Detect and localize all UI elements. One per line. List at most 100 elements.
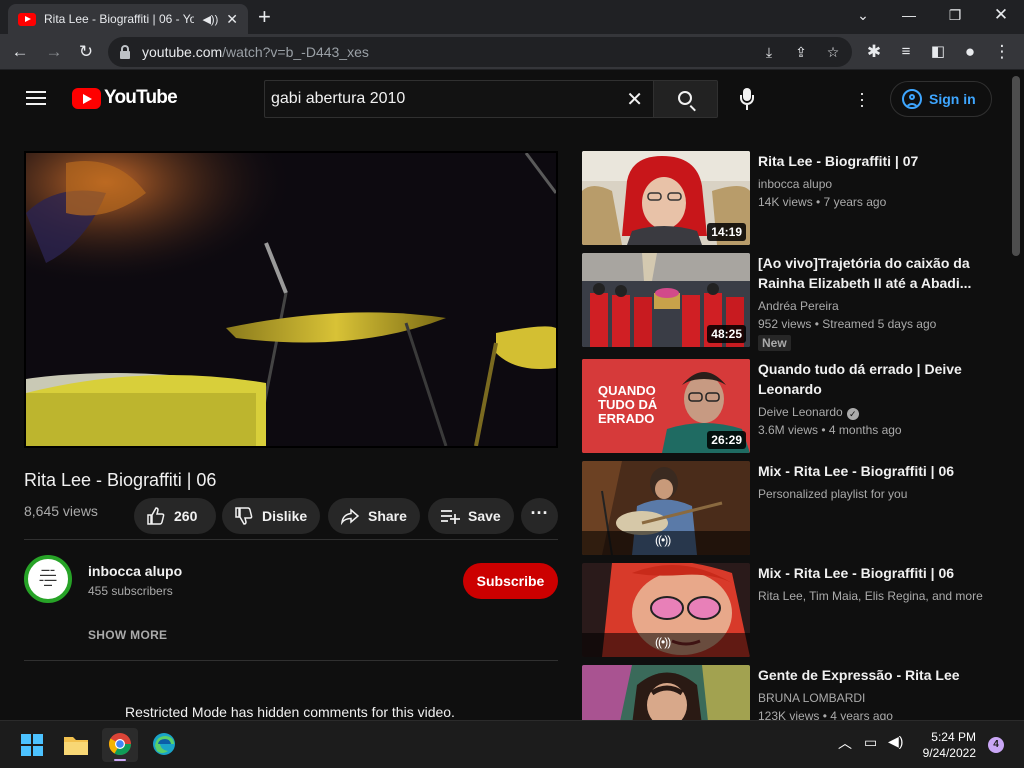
svg-text:QUANDO: QUANDO [598,383,656,398]
video-thumbnail[interactable]: 48:25 [582,253,750,347]
subscribe-button[interactable]: Subscribe [463,563,558,599]
save-button[interactable]: Save [428,498,514,534]
browser-tab-bar: Rita Lee - Biograffiti | 06 - YouTube ◀)… [0,0,1024,34]
recommendation-channel[interactable]: inbocca alupo [758,175,988,193]
svg-text:ERRADO: ERRADO [598,411,654,426]
media-controls-icon[interactable]: ≡ [894,40,918,64]
recommendation-title[interactable]: Rita Lee - Biograffiti | 07 [758,151,988,171]
notification-count-badge[interactable]: 4 [988,737,1004,753]
thumbs-down-icon [235,507,253,525]
close-window-button[interactable]: ✕ [978,4,1024,26]
mix-thumbnail[interactable]: ((•)) [582,461,750,555]
windows-start-button[interactable] [14,728,50,762]
tray-overflow-chevron-icon[interactable]: ︿ [838,733,852,753]
recommendation-item[interactable]: 14:19 Rita Lee - Biograffiti | 07 inbocc… [582,151,992,245]
recommendation-meta: 3.6M views • 4 months ago [758,423,902,437]
chrome-taskbar-button[interactable] [102,728,138,762]
mix-thumbnail[interactable]: ((•)) [582,563,750,657]
restore-button[interactable]: ❐ [932,4,978,26]
extensions-puzzle-icon[interactable]: ✱ [862,40,886,64]
divider [24,539,558,540]
profile-avatar-icon[interactable]: ● [958,40,982,64]
show-more-button[interactable]: SHOW MORE [88,628,167,642]
recommendation-item[interactable]: ((•)) Mix - Rita Lee - Biograffiti | 06 … [582,563,992,657]
recommendation-title[interactable]: Mix - Rita Lee - Biograffiti | 06 [758,461,988,481]
dislike-label: Dislike [262,508,308,524]
hamburger-menu-icon[interactable] [26,91,46,105]
windows-logo-icon [21,734,43,756]
edge-taskbar-button[interactable] [146,728,182,762]
restricted-comments-notice: Restricted Mode has hidden comments for … [125,704,455,720]
file-explorer-button[interactable] [58,728,94,762]
page-scrollbar[interactable] [1012,76,1020,256]
edge-icon [153,733,175,755]
clock[interactable]: 5:24 PM 9/24/2022 [920,729,976,761]
minimize-button[interactable]: — [886,4,932,26]
video-player[interactable] [24,151,558,448]
voice-search-mic-icon[interactable] [738,88,756,110]
address-bar[interactable]: youtube.com/watch?v=b_-D443_xes ⤓ ⇪ ☆ [108,37,852,67]
browser-tab[interactable]: Rita Lee - Biograffiti | 06 - YouTube ◀)… [8,4,248,34]
youtube-logo[interactable]: YouTube [72,87,178,109]
recommendation-channel[interactable]: BRUNA LOMBARDI [758,689,988,707]
reload-icon[interactable]: ↻ [74,40,98,64]
bookmark-star-icon[interactable]: ☆ [822,41,844,63]
settings-kebab-icon[interactable]: · · · [854,84,870,114]
like-button[interactable]: 260 [134,498,216,534]
add-to-playlist-icon [441,510,460,524]
dislike-button[interactable]: Dislike [222,498,320,534]
forward-arrow-icon[interactable]: → [42,40,66,64]
video-thumbnail[interactable]: QUANDO TUDO DÁ ERRADO 26:29 [582,359,750,453]
audio-playing-icon[interactable]: ◀)) [202,13,218,26]
recommendation-item[interactable]: QUANDO TUDO DÁ ERRADO 26:29 Quando tudo … [582,359,992,453]
back-arrow-icon[interactable]: ← [8,40,32,64]
subscriber-count: 455 subscribers [88,584,173,598]
new-tab-button[interactable]: + [258,4,271,30]
sign-in-button[interactable]: Sign in [890,81,992,117]
share-page-icon[interactable]: ⇪ [790,41,812,63]
new-badge: New [758,335,791,351]
youtube-play-logo-icon [72,87,101,109]
search-button[interactable] [654,80,718,118]
recommendation-title[interactable]: Gente de Expressão - Rita Lee [758,665,988,685]
more-actions-button[interactable]: ··· [521,498,558,534]
view-count: 8,645 views [24,503,98,519]
account-circle-icon [902,89,922,109]
search-icon [678,91,692,105]
recommendation-item[interactable]: Gente de Expressão - Rita Lee BRUNA LOMB… [582,665,992,720]
thumbnail-image [582,665,750,720]
mix-radio-icon: ((•)) [655,635,671,649]
lock-icon[interactable] [120,44,130,59]
channel-avatar[interactable]: ▬▬ ▬ ▬▬▬▬ ▬ ▬▬▬ ▬▬ [24,555,72,603]
save-label: Save [468,508,501,524]
browser-toolbar: ← → ↻ youtube.com/watch?v=b_-D443_xes ⤓ … [0,34,1024,70]
video-thumbnail[interactable] [582,665,750,720]
side-panel-icon[interactable]: ◧ [926,40,950,64]
recommendation-item[interactable]: ((•)) Mix - Rita Lee - Biograffiti | 06 … [582,461,992,555]
tab-title: Rita Lee - Biograffiti | 06 - YouTube [44,12,195,26]
recommendation-title[interactable]: Mix - Rita Lee - Biograffiti | 06 [758,563,988,583]
recommendation-item[interactable]: 48:25 [Ao vivo]Trajetória do caixão da R… [582,253,992,351]
url-path: /watch?v=b_-D443_xes [222,44,369,60]
clear-search-icon[interactable]: ✕ [626,87,643,112]
duration-badge: 48:25 [707,325,746,343]
url-host: youtube.com [142,44,223,60]
channel-name[interactable]: inbocca alupo [88,563,182,579]
recommendation-title[interactable]: Quando tudo dá errado | Deive Leonardo [758,359,988,399]
search-input[interactable] [271,90,611,108]
recommendation-meta: 952 views • Streamed 5 days ago [758,317,937,331]
recommendation-title[interactable]: [Ao vivo]Trajetória do caixão da Rainha … [758,253,988,293]
chrome-menu-icon[interactable]: ⋮ [990,40,1014,64]
recommendation-channel[interactable]: Andréa Pereira [758,297,988,315]
mix-radio-icon: ((•)) [655,533,671,547]
tab-search-chevron-icon[interactable]: ⌄ [840,4,886,26]
network-icon[interactable]: ▭ [864,734,877,751]
video-thumbnail[interactable]: 14:19 [582,151,750,245]
close-tab-icon[interactable]: ✕ [226,11,238,28]
share-button[interactable]: Share [328,498,420,534]
recommendation-channel[interactable]: Deive Leonardo ✓ [758,403,988,421]
install-app-icon[interactable]: ⤓ [758,41,780,63]
youtube-favicon-icon [18,12,36,26]
mix-overlay: ((•)) [582,531,750,555]
volume-icon[interactable]: ◀) [888,733,903,750]
